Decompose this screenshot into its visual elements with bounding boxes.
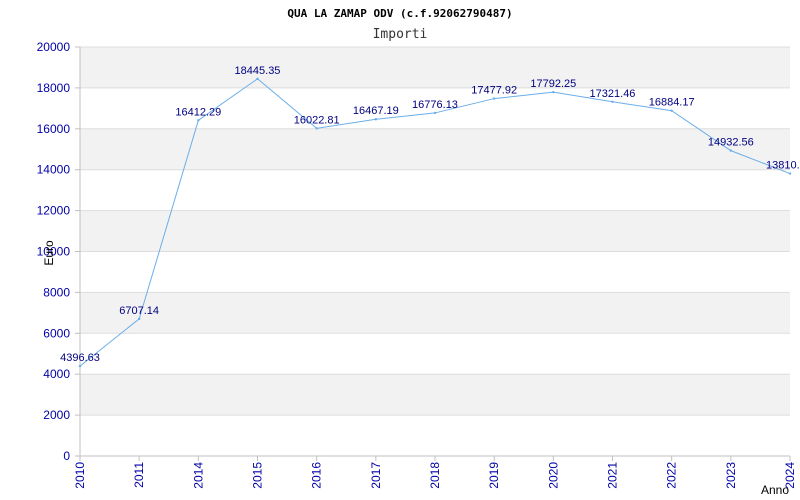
plot-band — [80, 169, 790, 211]
plot-band — [80, 47, 790, 88]
data-label: 13810. — [766, 160, 800, 172]
data-label: 16022.81 — [294, 114, 340, 126]
data-label: 16776.13 — [412, 99, 458, 111]
y-tick-label: 6000 — [43, 326, 70, 340]
y-tick-label: 4000 — [43, 367, 70, 381]
x-tick-label: 2014 — [191, 462, 205, 489]
x-axis-label: Anno — [761, 483, 789, 497]
data-point — [78, 364, 82, 368]
chart-title: QUA LA ZAMAP ODV (c.f.92062790487) — [287, 7, 512, 20]
data-point — [492, 97, 496, 100]
data-point — [374, 118, 378, 121]
plot-band — [80, 292, 790, 334]
x-tick-labels: 2010 2011 2014 2015 2016 2017 2018 2019 2020 2021… — [73, 462, 797, 489]
data-label: 18445.35 — [235, 65, 281, 77]
y-tick-label: 0 — [63, 449, 70, 463]
data-label: 17321.46 — [590, 88, 636, 100]
data-point — [137, 317, 141, 321]
y-tick-label: 16000 — [37, 122, 71, 136]
y-tick-label: 14000 — [37, 163, 71, 177]
plot-band — [80, 374, 790, 416]
data-point — [611, 100, 614, 103]
data-label: 14932.56 — [708, 137, 754, 149]
x-tick-label: 2019 — [487, 462, 501, 489]
data-label: 16412.29 — [175, 106, 221, 118]
data-point — [197, 119, 200, 122]
x-tick-label: 2015 — [251, 462, 265, 489]
x-tick-label: 2011 — [132, 462, 146, 488]
y-tick-label: 12000 — [37, 204, 71, 218]
y-tick-label: 18000 — [37, 81, 71, 95]
x-tick-label: 2016 — [310, 462, 324, 489]
data-label: 16884.17 — [649, 97, 695, 109]
data-label: 6707.14 — [119, 305, 159, 317]
data-point — [788, 172, 792, 175]
data-point — [729, 149, 733, 152]
plot-band — [80, 333, 790, 375]
y-tick-label: 8000 — [43, 285, 70, 299]
data-point — [552, 90, 555, 94]
data-point — [315, 127, 318, 130]
data-point — [433, 111, 437, 115]
plot-band — [80, 415, 790, 456]
data-label: 17477.92 — [471, 85, 517, 97]
y-axis-label: Euro — [42, 240, 56, 266]
data-label: 17792.25 — [530, 78, 576, 90]
data-label: 16467.19 — [353, 105, 399, 117]
chart-subtitle: Importi — [373, 27, 428, 42]
x-tick-label: 2022 — [665, 462, 679, 489]
y-tick-label: 20000 — [37, 40, 71, 54]
data-label: 4396.63 — [60, 352, 100, 364]
data-point — [256, 77, 259, 80]
x-tick-label: 2018 — [428, 462, 442, 489]
x-tick-label: 2021 — [606, 462, 620, 489]
x-tick-label: 2020 — [546, 462, 560, 489]
plot-band — [80, 128, 790, 170]
data-point — [670, 109, 673, 112]
line-chart: QUA LA ZAMAP ODV (c.f.92062790487) Impor… — [37, 7, 800, 497]
plot-band — [80, 251, 790, 293]
x-tick-label: 2023 — [724, 462, 738, 489]
y-tick-label: 2000 — [43, 408, 70, 422]
x-tick-label: 2010 — [73, 462, 87, 489]
plot-band — [80, 210, 790, 252]
x-tick-label: 2017 — [369, 462, 383, 489]
